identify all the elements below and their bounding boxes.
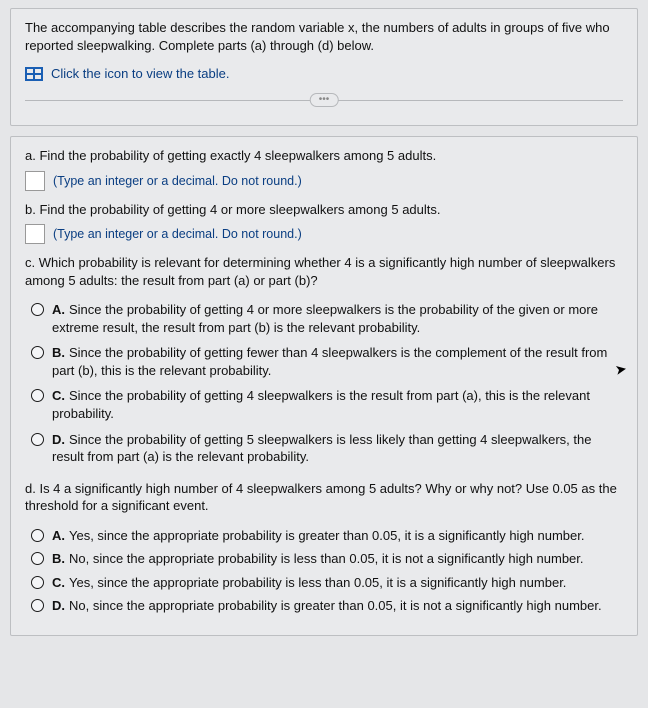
part-d-option-a[interactable]: A. Yes, since the appropriate probability… — [31, 527, 623, 545]
questions-panel: ➤ a. Find the probability of getting exa… — [10, 136, 638, 636]
ellipsis-icon[interactable]: ••• — [310, 93, 339, 107]
radio-icon[interactable] — [31, 389, 44, 402]
radio-icon[interactable] — [31, 576, 44, 589]
radio-icon[interactable] — [31, 303, 44, 316]
option-label: A. — [52, 302, 65, 317]
option-label: B. — [52, 551, 65, 566]
option-text: Yes, since the appropriate probability i… — [69, 575, 566, 590]
cursor-icon: ➤ — [614, 360, 629, 379]
table-icon[interactable] — [25, 67, 43, 81]
part-c-option-c[interactable]: C.Since the probability of getting 4 sle… — [31, 387, 623, 422]
option-label: C. — [52, 388, 65, 403]
option-text: Since the probability of getting 4 or mo… — [52, 302, 598, 335]
option-text: No, since the appropriate probability is… — [69, 598, 602, 613]
part-c-option-d[interactable]: D.Since the probability of getting 5 sle… — [31, 431, 623, 466]
radio-icon[interactable] — [31, 529, 44, 542]
radio-icon[interactable] — [31, 599, 44, 612]
part-b-prompt: b. Find the probability of getting 4 or … — [25, 201, 623, 219]
part-b-hint: (Type an integer or a decimal. Do not ro… — [53, 227, 302, 241]
part-c-option-a[interactable]: A.Since the probability of getting 4 or … — [31, 301, 623, 336]
part-a-input[interactable] — [25, 171, 45, 191]
part-c-prompt: c. Which probability is relevant for det… — [25, 254, 623, 289]
radio-icon[interactable] — [31, 552, 44, 565]
part-b-input[interactable] — [25, 224, 45, 244]
section-divider: ••• — [25, 93, 623, 107]
part-c-options: A.Since the probability of getting 4 or … — [25, 301, 623, 465]
part-d-option-d[interactable]: D. No, since the appropriate probability … — [31, 597, 623, 615]
option-text: Since the probability of getting fewer t… — [52, 345, 607, 378]
option-label: A. — [52, 528, 65, 543]
option-label: B. — [52, 345, 65, 360]
part-d-option-b[interactable]: B. No, since the appropriate probability … — [31, 550, 623, 568]
option-text: Yes, since the appropriate probability i… — [69, 528, 585, 543]
part-a-prompt: a. Find the probability of getting exact… — [25, 147, 623, 165]
option-label: D. — [52, 432, 65, 447]
view-table-link[interactable]: Click the icon to view the table. — [51, 66, 229, 81]
part-d-prompt: d. Is 4 a significantly high number of 4… — [25, 480, 623, 515]
option-text: No, since the appropriate probability is… — [69, 551, 584, 566]
radio-icon[interactable] — [31, 433, 44, 446]
part-a-hint: (Type an integer or a decimal. Do not ro… — [53, 174, 302, 188]
option-text: Since the probability of getting 5 sleep… — [52, 432, 591, 465]
part-d-options: A. Yes, since the appropriate probability… — [25, 527, 623, 615]
part-c-option-b[interactable]: B.Since the probability of getting fewer… — [31, 344, 623, 379]
intro-panel: The accompanying table describes the ran… — [10, 8, 638, 126]
option-label: D. — [52, 598, 65, 613]
option-label: C. — [52, 575, 65, 590]
option-text: Since the probability of getting 4 sleep… — [52, 388, 590, 421]
part-d-option-c[interactable]: C. Yes, since the appropriate probability… — [31, 574, 623, 592]
intro-text: The accompanying table describes the ran… — [25, 19, 623, 54]
radio-icon[interactable] — [31, 346, 44, 359]
